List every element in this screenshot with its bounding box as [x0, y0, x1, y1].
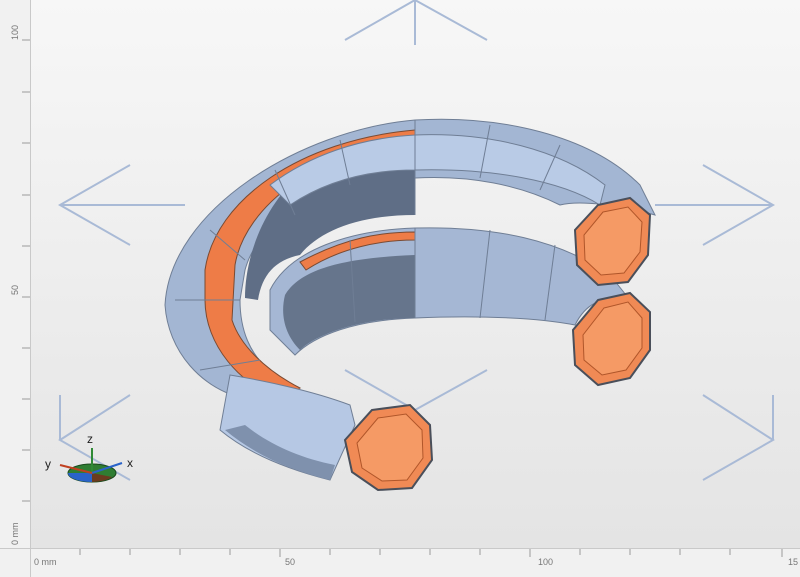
horizontal-ruler: 0 mm 50 100 15 — [0, 548, 800, 577]
vertical-ruler-label-100: 100 — [10, 24, 20, 40]
ruler-corner — [0, 548, 31, 577]
horizontal-ruler-label-50: 50 — [285, 557, 296, 567]
triad-y-label: y — [45, 457, 51, 471]
guide-center — [344, 369, 488, 412]
vertical-ruler: 100 50 0 mm — [0, 0, 31, 548]
scene-canvas[interactable]: z x y — [0, 0, 800, 576]
horizontal-ruler-label-150: 15 — [788, 557, 799, 567]
3d-viewport[interactable]: z x y — [0, 0, 800, 576]
vertical-ruler-label-50: 50 — [10, 284, 20, 295]
horizontal-ruler-label-100: 100 — [538, 557, 554, 567]
coil-model[interactable] — [164, 118, 656, 492]
horizontal-ruler-label-0: 0 mm — [34, 557, 57, 567]
triad-x-label: x — [127, 456, 133, 470]
triad-z-label: z — [87, 432, 93, 446]
vertical-ruler-ticks — [22, 39, 30, 502]
horizontal-ruler-ticks — [29, 549, 783, 557]
vertical-ruler-label-0: 0 mm — [10, 522, 20, 546]
guide-bottom-right — [702, 394, 775, 481]
triad-quadrant-blue — [68, 473, 92, 482]
